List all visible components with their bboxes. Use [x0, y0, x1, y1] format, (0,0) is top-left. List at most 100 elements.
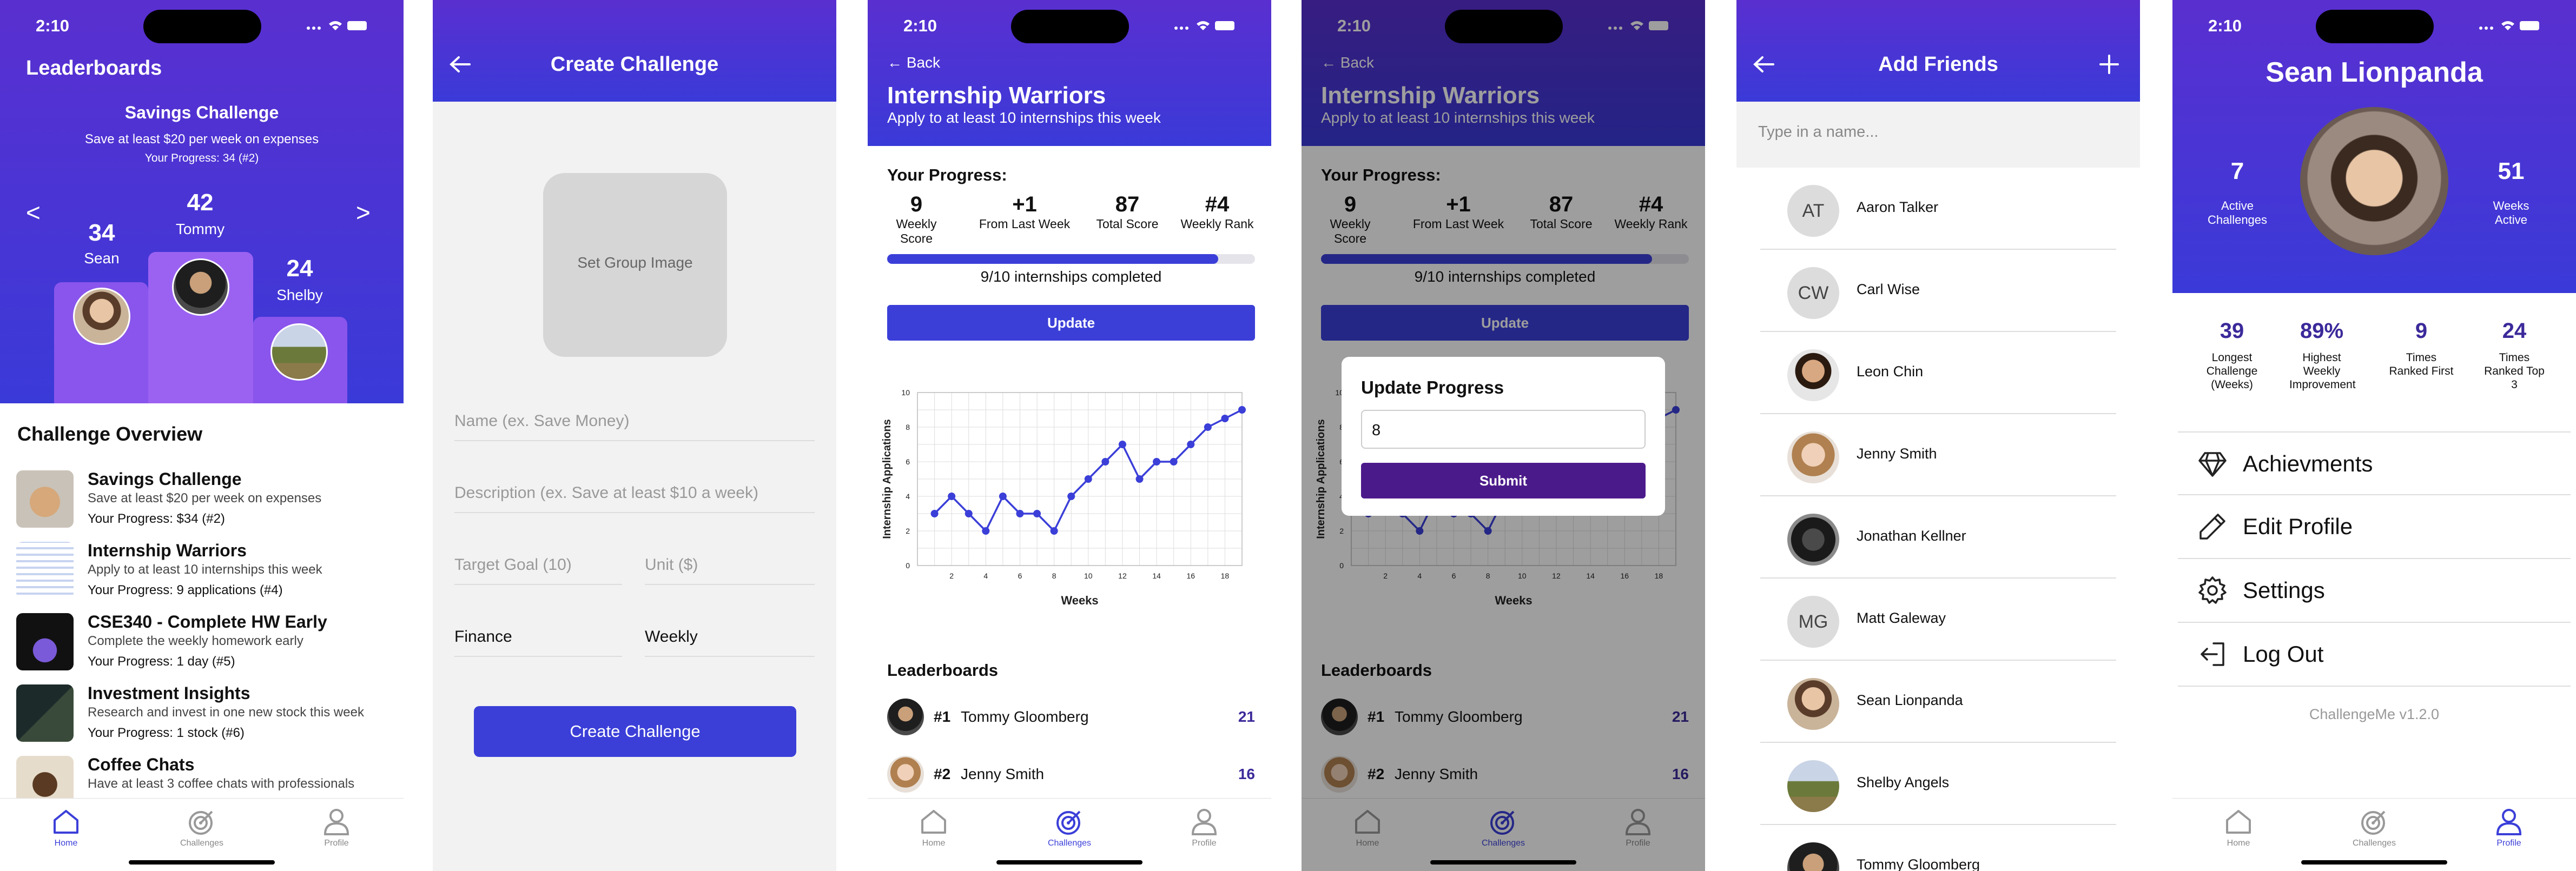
challenge-item-title: CSE340 - Complete HW Early	[88, 612, 327, 631]
tab-label: Home	[922, 839, 946, 848]
tab-profile[interactable]: Profile	[2468, 808, 2549, 848]
friend-row[interactable]: AT Aaron Talker	[1760, 168, 2116, 250]
friend-row[interactable]: Jonathan Kellner	[1760, 496, 2116, 579]
menu-log-out[interactable]: Log Out	[2178, 623, 2571, 687]
challenge-progress: Your Progress: 34 (#2)	[144, 152, 259, 164]
x-tick-label: 2	[949, 571, 954, 580]
tab-challenges[interactable]: Challenges	[1029, 808, 1110, 848]
tab-profile[interactable]: Profile	[296, 808, 377, 848]
avatar	[887, 699, 924, 735]
challenge-item[interactable]: CSE340 - Complete HW Early Complete the …	[16, 611, 395, 677]
set-group-image-button[interactable]: Set Group Image	[543, 173, 727, 357]
avatar	[1787, 678, 1839, 730]
home-icon	[2226, 810, 2251, 834]
stat-from-last-week: +1 From Last Week	[970, 192, 1079, 231]
leaderboard-row[interactable]: #1 Tommy Gloomberg 21	[887, 695, 1255, 739]
menu-edit-profile[interactable]: Edit Profile	[2178, 495, 2571, 559]
x-tick-label: 16	[1186, 571, 1195, 580]
menu-achievements[interactable]: Achievments	[2178, 431, 2571, 495]
friend-row[interactable]: CW Carl Wise	[1760, 250, 2116, 332]
stat-weekly-score: 9 Weekly Score	[879, 192, 954, 246]
next-arrow[interactable]: >	[356, 198, 371, 227]
tab-challenges[interactable]: Challenges	[161, 808, 242, 848]
leaderboards-title: Leaderboards	[887, 661, 999, 680]
tab-home[interactable]: Home	[2198, 808, 2279, 848]
submit-button[interactable]: Submit	[1361, 463, 1646, 498]
friend-row[interactable]: Sean Lionpanda	[1760, 661, 2116, 743]
status-bar: 2:10	[0, 0, 404, 51]
challenge-item[interactable]: Internship Warriors Apply to at least 10…	[16, 540, 395, 606]
frequency-select[interactable]: Weekly	[645, 628, 815, 657]
friend-row[interactable]: MG Matt Galeway	[1760, 579, 2116, 661]
x-tick-label: 18	[1221, 571, 1230, 580]
category-select[interactable]: Finance	[454, 628, 622, 657]
avatar: AT	[1787, 185, 1839, 237]
data-point	[948, 493, 956, 500]
avatar	[1787, 431, 1839, 483]
target-goal-field[interactable]: Target Goal (10)	[454, 556, 622, 585]
leader-score: 16	[1238, 766, 1255, 782]
header	[433, 0, 836, 102]
challenge-item-progress: Your Progress: 9 applications (#4)	[88, 583, 283, 597]
challenge-item-title: Investment Insights	[88, 683, 250, 703]
tab-label: Home	[2227, 839, 2250, 848]
data-point	[1067, 493, 1075, 500]
stat-ranked-first: 9 Times Ranked First	[2389, 319, 2454, 378]
image-label: Set Group Image	[577, 254, 693, 271]
update-button[interactable]: Update	[887, 305, 1255, 341]
stat-label: From Last Week	[979, 217, 1071, 231]
tab-label: Challenges	[180, 839, 224, 848]
stat-weekly-rank: #4 Weekly Rank	[1174, 192, 1260, 231]
progress-title: Your Progress:	[887, 165, 1007, 184]
friend-row[interactable]: Shelby Angels	[1760, 743, 2116, 825]
avatar	[1787, 760, 1839, 812]
search-input[interactable]: Type in a name...	[1736, 102, 2140, 168]
tab-challenges[interactable]: Challenges	[2334, 808, 2415, 848]
stat-label: Highest Weekly Improvement	[2289, 351, 2356, 391]
tab-home[interactable]: Home	[893, 808, 974, 848]
challenge-item[interactable]: Savings Challenge Save at least $20 per …	[16, 468, 395, 534]
active-challenges-value: 7	[2230, 158, 2244, 184]
unit-field[interactable]: Unit ($)	[645, 556, 815, 585]
tab-bar: Home Challenges Profile	[0, 798, 404, 871]
prev-arrow[interactable]: <	[26, 198, 41, 227]
profile-avatar[interactable]	[2300, 107, 2448, 255]
home-indicator	[996, 860, 1142, 865]
avatar: MG	[1787, 596, 1839, 648]
progress-input[interactable]: 8	[1361, 410, 1646, 449]
stat-label: Total Score	[1096, 217, 1159, 231]
challenge-item-title: Coffee Chats	[88, 755, 195, 774]
leaderboard-row[interactable]: #2 Jenny Smith 16	[887, 753, 1255, 796]
tab-home[interactable]: Home	[25, 808, 107, 848]
person-icon	[323, 809, 349, 835]
menu-settings[interactable]: Settings	[2178, 559, 2571, 623]
diamond-icon	[2198, 452, 2227, 477]
friend-name: Leon Chin	[1857, 363, 1924, 380]
data-point	[1033, 510, 1041, 517]
status-time: 2:10	[36, 16, 70, 35]
challenge-item[interactable]: Investment Insights Research and invest …	[16, 682, 395, 748]
target-icon	[2361, 810, 2386, 835]
name-field[interactable]: Name (ex. Save Money)	[454, 412, 815, 441]
challenge-subtitle: Apply to at least 10 internships this we…	[887, 109, 1161, 126]
status-bar: 2:10	[2172, 0, 2576, 51]
friend-row[interactable]: Tommy Gloomberg	[1760, 825, 2116, 871]
profile-name: Sean Lionpanda	[2265, 57, 2483, 88]
friend-row[interactable]: Jenny Smith	[1760, 414, 2116, 496]
challenge-item-desc: Have at least 3 coffee chats with profes…	[88, 776, 355, 791]
data-point	[982, 527, 990, 535]
data-point	[1153, 458, 1161, 466]
podium-name: Tommy	[175, 221, 225, 237]
description-field[interactable]: Description (ex. Save at least $10 a wee…	[454, 484, 815, 513]
create-challenge-button[interactable]: Create Challenge	[474, 706, 796, 757]
active-challenges-label: Active Challenges	[2207, 199, 2268, 227]
plus-icon[interactable]	[2099, 54, 2119, 75]
tab-profile[interactable]: Profile	[1164, 808, 1245, 848]
friend-name: Matt Galeway	[1857, 610, 1946, 626]
challenge-item-desc: Research and invest in one new stock thi…	[88, 705, 364, 720]
x-tick-label: 12	[1118, 571, 1127, 580]
challenge-item-desc: Complete the weekly homework early	[88, 634, 303, 648]
friend-row[interactable]: Leon Chin	[1760, 332, 2116, 414]
stat-value: 24	[2502, 319, 2527, 343]
back-link[interactable]: ← Back	[887, 54, 940, 71]
